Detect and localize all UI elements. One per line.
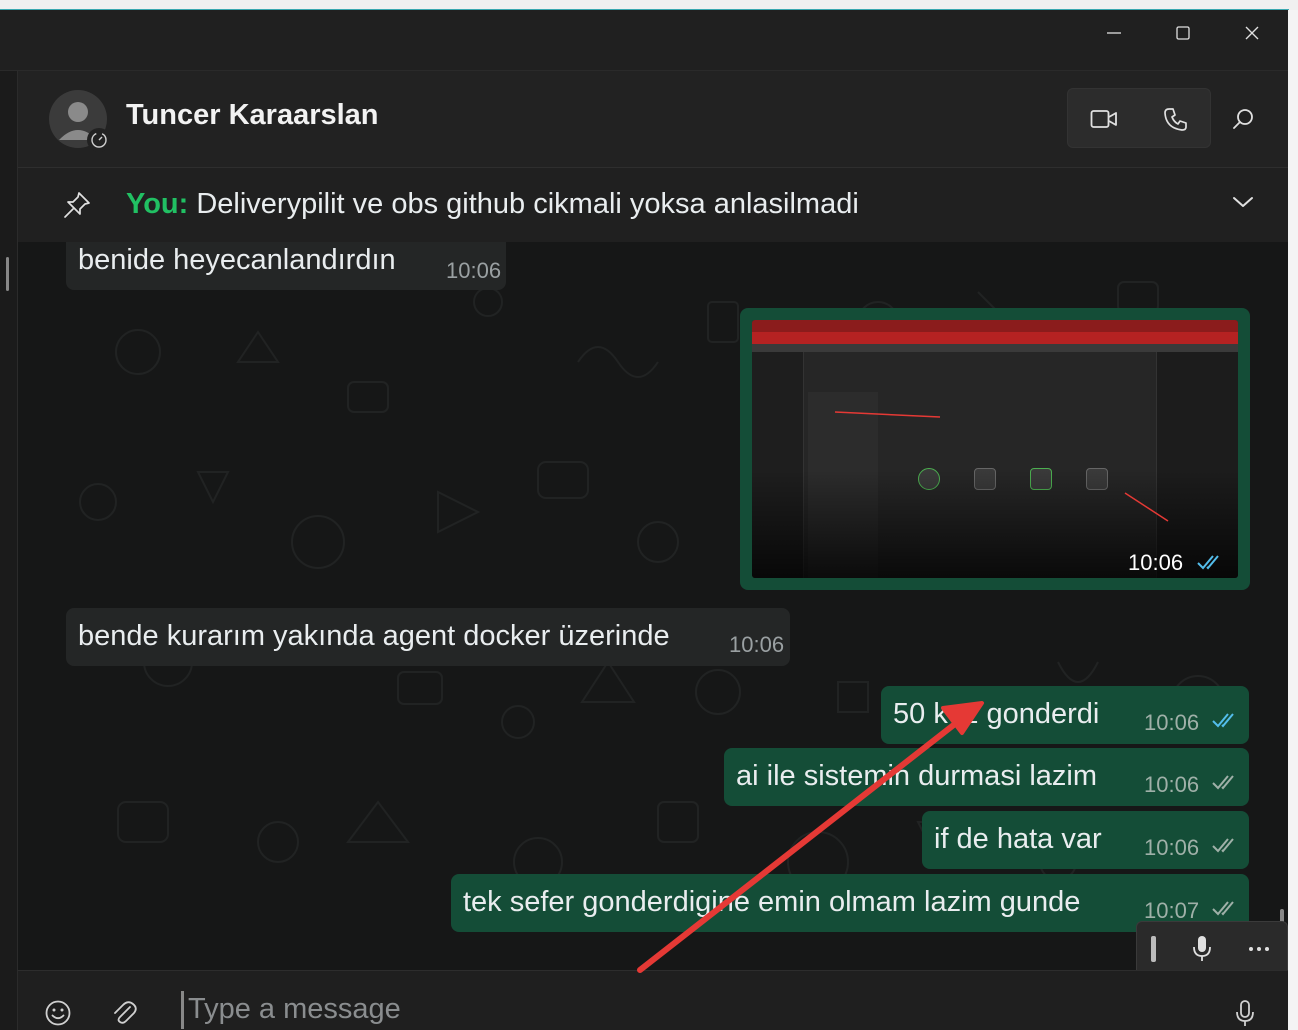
shared-screenshot-image[interactable]: [752, 320, 1238, 578]
message-text: ai ile sistemin durmasi lazim: [736, 760, 1097, 792]
screenshot-url-bar: [752, 332, 1238, 344]
search-icon: [1233, 109, 1253, 129]
read-receipt-icon: [1212, 713, 1234, 728]
video-call-icon: [1090, 110, 1117, 128]
pinned-sender: You:: [126, 188, 189, 220]
voice-message-icon[interactable]: [1234, 999, 1256, 1029]
video-call-button[interactable]: [1068, 89, 1140, 149]
contact-name[interactable]: Tuncer Karaarslan: [126, 99, 379, 132]
attach-icon[interactable]: [110, 999, 138, 1027]
message-text: tek sefer gonderdigine emin olmam lazim …: [463, 886, 1081, 918]
minimize-icon: [1107, 32, 1121, 34]
message-list[interactable]: benide heyecanlandırdın 10:06 10:06 bend…: [18, 242, 1288, 970]
message-text: bende kurarım yakında agent docker üzeri…: [78, 620, 670, 652]
delivered-receipt-icon: [1212, 901, 1234, 916]
message-time: 10:06: [1144, 835, 1200, 860]
message-input-placeholder: Type a message: [188, 993, 401, 1025]
chat-header[interactable]: Tuncer Karaarslan: [18, 71, 1288, 168]
read-receipt-icon: [1197, 555, 1219, 570]
rail-scroll-indicator: [6, 257, 9, 291]
whatsapp-window: Tuncer Karaarslan You: Deliverypilit ve …: [0, 0, 1298, 1030]
message-time: 10:06: [729, 632, 785, 657]
call-button-group: [1067, 88, 1211, 148]
message-text: 50 kez gonderdi: [893, 698, 1100, 730]
voice-call-icon: [1164, 108, 1187, 131]
chevron-down-icon[interactable]: [1231, 194, 1255, 210]
title-bar: [0, 10, 1288, 71]
incoming-message[interactable]: benide heyecanlandırdın 10:06: [66, 242, 506, 290]
message-time: 10:06: [446, 258, 502, 283]
close-button[interactable]: [1218, 10, 1286, 56]
disappearing-timer-badge: [87, 128, 111, 152]
close-icon: [1245, 26, 1259, 40]
message-text: if de hata var: [934, 823, 1102, 855]
screenshot-bookmarks: [752, 344, 1238, 352]
voice-call-button[interactable]: [1140, 89, 1212, 149]
delivered-receipt-icon: [1212, 775, 1234, 790]
microphone-icon[interactable]: [1191, 934, 1213, 964]
text-caret: [181, 991, 184, 1029]
incoming-message[interactable]: bende kurarım yakında agent docker üzeri…: [66, 608, 790, 666]
message-text: benide heyecanlandırdın: [78, 244, 396, 276]
message-composer: Type a message: [18, 970, 1288, 1030]
more-options-icon[interactable]: [1247, 934, 1271, 964]
outgoing-message[interactable]: if de hata var 10:06: [922, 811, 1249, 869]
pinned-body: Deliverypilit ve obs github cikmali yoks…: [188, 188, 859, 220]
timer-icon: [91, 132, 107, 148]
outgoing-message[interactable]: 50 kez gonderdi 10:06: [881, 686, 1249, 744]
message-time: 10:06: [1128, 550, 1184, 575]
screenshot-tab-bar: [752, 320, 1238, 332]
outgoing-message[interactable]: tek sefer gonderdigine emin olmam lazim …: [451, 874, 1249, 932]
emoji-icon[interactable]: [44, 999, 72, 1027]
maximize-button[interactable]: [1149, 10, 1217, 56]
window-right-edge: [1288, 10, 1298, 1030]
minimize-button[interactable]: [1080, 10, 1148, 56]
outgoing-message[interactable]: ai ile sistemin durmasi lazim 10:06: [724, 748, 1249, 806]
maximize-icon: [1176, 26, 1190, 40]
floating-input-toolbar: [1136, 921, 1288, 970]
pinned-message-bar[interactable]: You: Deliverypilit ve obs github cikmali…: [18, 168, 1288, 242]
message-time: 10:06: [1144, 772, 1200, 797]
message-time: 10:06: [1144, 710, 1200, 735]
text-cursor-indicator: [1151, 936, 1156, 962]
pinned-message-text[interactable]: You: Deliverypilit ve obs github cikmali…: [126, 188, 859, 221]
pin-icon: [64, 192, 90, 218]
left-rail: [0, 71, 18, 1030]
outgoing-image-message[interactable]: 10:06: [740, 308, 1250, 590]
search-button[interactable]: [1223, 98, 1265, 140]
delivered-receipt-icon: [1212, 838, 1234, 853]
